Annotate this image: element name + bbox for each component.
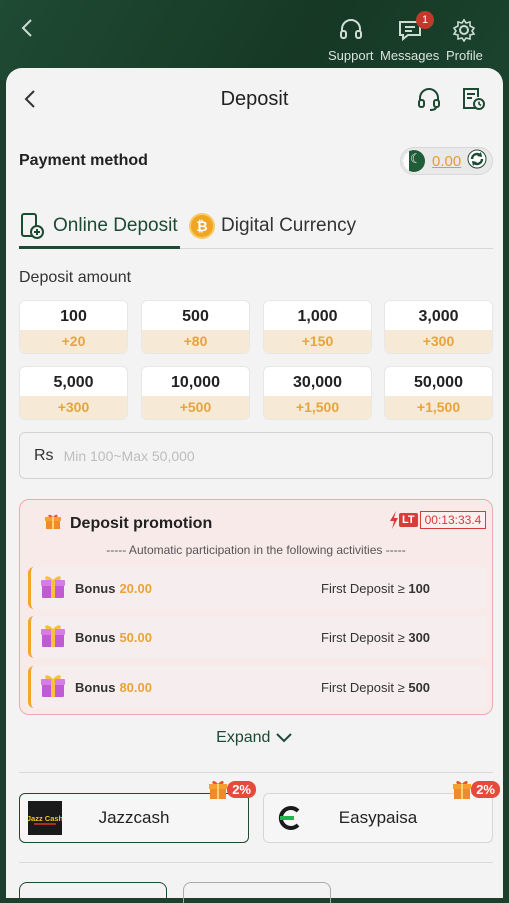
payment-method-label: Payment method bbox=[19, 152, 148, 169]
amount-value: 3,000 bbox=[418, 308, 459, 325]
amount-option[interactable]: 10,000 +500 bbox=[141, 366, 250, 420]
messages-label: Messages bbox=[380, 48, 440, 63]
bonus-condition-text: First Deposit ≥ bbox=[321, 580, 405, 596]
expand-button[interactable]: Expand bbox=[6, 729, 503, 747]
bonus-threshold: 100 bbox=[408, 580, 431, 596]
deposit-tabs: Online Deposit ₿ Digital Currency bbox=[19, 206, 493, 249]
divider bbox=[19, 862, 493, 863]
payment-name: Jazzcash bbox=[98, 808, 170, 827]
promotion-subtitle: ----- Automatic participation in the fol… bbox=[106, 543, 406, 557]
currency-prefix: Rs bbox=[34, 446, 54, 464]
amount-value: 5,000 bbox=[53, 374, 94, 391]
headset-icon bbox=[339, 19, 362, 39]
tab-online-deposit[interactable]: Online Deposit bbox=[19, 206, 180, 249]
payment-name: Easypaisa bbox=[338, 808, 418, 827]
amount-value: 100 bbox=[60, 308, 87, 325]
amount-option[interactable]: 5,000 +300 bbox=[19, 366, 128, 420]
lt-badge: LT bbox=[399, 513, 418, 527]
gift-icon bbox=[453, 780, 472, 799]
discount-percent: 2% bbox=[227, 780, 256, 798]
amount-option[interactable]: 50,000 +1,500 bbox=[384, 366, 493, 420]
tab-digital-currency[interactable]: ₿ Digital Currency bbox=[191, 206, 356, 246]
gear-icon bbox=[453, 18, 476, 42]
top-back-icon[interactable] bbox=[18, 16, 38, 40]
gift-icon bbox=[209, 780, 228, 799]
amount-bonus: +500 bbox=[142, 396, 249, 419]
gift-box-icon bbox=[39, 671, 67, 704]
deposit-promotion-panel: Deposit promotion LT 00:13:33.4 ----- Au… bbox=[19, 499, 493, 715]
amount-bonus: +1,500 bbox=[385, 396, 492, 419]
discount-badge: 2% bbox=[451, 778, 500, 800]
deposit-amount-label: Deposit amount bbox=[19, 269, 132, 286]
gift-icon bbox=[44, 512, 62, 535]
bonus-amount: 20.00 bbox=[119, 580, 152, 596]
promotion-timer: LT 00:13:33.4 bbox=[389, 511, 487, 529]
bonus-label: Bonus bbox=[75, 629, 116, 645]
profile-nav[interactable]: Profile bbox=[446, 18, 483, 63]
payment-option-easypaisa[interactable]: Easypaisa 2% bbox=[263, 780, 500, 843]
payment-option-jazzcash[interactable]: Jazz Cash Jazzcash 2% bbox=[19, 780, 256, 843]
amount-bonus: +150 bbox=[264, 330, 371, 353]
bitcoin-icon: ₿ bbox=[191, 215, 213, 237]
divider bbox=[19, 772, 493, 773]
bonus-amount: 80.00 bbox=[119, 679, 152, 695]
pakistan-flag-icon bbox=[403, 150, 425, 172]
bonus-label: Bonus bbox=[75, 679, 116, 695]
amount-value: 10,000 bbox=[171, 374, 220, 391]
gift-box-icon bbox=[39, 621, 67, 654]
refresh-icon[interactable] bbox=[467, 149, 487, 174]
chevron-down-icon bbox=[276, 733, 292, 743]
gift-box-icon bbox=[39, 572, 67, 605]
amount-option[interactable]: 500 +80 bbox=[141, 300, 250, 354]
amount-value: 30,000 bbox=[293, 374, 342, 391]
messages-badge: 1 bbox=[416, 11, 434, 29]
bonus-threshold: 300 bbox=[408, 629, 431, 645]
amount-value: 50,000 bbox=[414, 374, 463, 391]
channel-option[interactable] bbox=[19, 882, 167, 903]
amount-bonus: +1,500 bbox=[264, 396, 371, 419]
bonus-row: Bonus 50.00 First Deposit ≥ 300 bbox=[28, 616, 487, 658]
bonus-condition-text: First Deposit ≥ bbox=[321, 679, 405, 695]
amount-input-field[interactable]: Rs bbox=[19, 432, 493, 479]
amount-option[interactable]: 1,000 +150 bbox=[263, 300, 372, 354]
amount-option[interactable]: 3,000 +300 bbox=[384, 300, 493, 354]
amount-option[interactable]: 100 +20 bbox=[19, 300, 128, 354]
balance-pill[interactable]: 0.00 bbox=[400, 147, 493, 175]
amount-bonus: +300 bbox=[20, 396, 127, 419]
amount-input[interactable] bbox=[61, 446, 446, 465]
discount-badge: 2% bbox=[207, 778, 256, 800]
support-headset-icon[interactable] bbox=[416, 86, 442, 117]
amount-value: 1,000 bbox=[297, 308, 338, 325]
discount-percent: 2% bbox=[471, 780, 500, 798]
balance-value: 0.00 bbox=[432, 152, 462, 170]
tab-online-deposit-label: Online Deposit bbox=[53, 215, 178, 236]
bonus-amount: 50.00 bbox=[119, 629, 152, 645]
deposit-sheet: Deposit Payment method 0.00 bbox=[6, 68, 503, 903]
bonus-condition: First Deposit ≥ 300 bbox=[321, 630, 430, 645]
bonus-row: Bonus 20.00 First Deposit ≥ 100 bbox=[28, 567, 487, 609]
amount-bonus: +300 bbox=[385, 330, 492, 353]
bonus-condition-text: First Deposit ≥ bbox=[321, 629, 405, 645]
amount-value: 500 bbox=[182, 308, 209, 325]
promotion-title: Deposit promotion bbox=[44, 512, 212, 535]
amount-option[interactable]: 30,000 +1,500 bbox=[263, 366, 372, 420]
profile-label: Profile bbox=[446, 48, 483, 63]
tab-digital-currency-label: Digital Currency bbox=[221, 215, 357, 236]
history-icon[interactable] bbox=[460, 86, 486, 117]
support-nav[interactable]: Support bbox=[328, 18, 374, 63]
amount-bonus: +20 bbox=[20, 330, 127, 353]
bonus-label: Bonus bbox=[75, 580, 116, 596]
expand-label: Expand bbox=[216, 729, 271, 746]
bonus-row: Bonus 80.00 First Deposit ≥ 500 bbox=[28, 666, 487, 708]
timer-value: 00:13:33.4 bbox=[419, 511, 487, 529]
phone-deposit-icon bbox=[21, 213, 44, 239]
channel-option[interactable] bbox=[183, 882, 331, 903]
bonus-threshold: 500 bbox=[408, 679, 431, 695]
lightning-icon bbox=[390, 511, 398, 529]
support-label: Support bbox=[328, 48, 374, 63]
promotion-title-text: Deposit promotion bbox=[70, 514, 213, 532]
bonus-condition: First Deposit ≥ 100 bbox=[321, 581, 430, 596]
amount-bonus: +80 bbox=[142, 330, 249, 353]
bonus-condition: First Deposit ≥ 500 bbox=[321, 680, 430, 695]
